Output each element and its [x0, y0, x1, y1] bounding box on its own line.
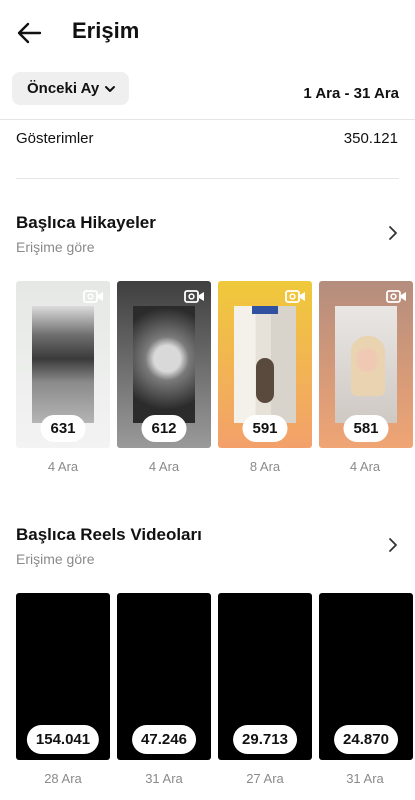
top-reels-header[interactable]: Başlıca Reels Videoları Erişime göre — [16, 525, 399, 567]
reels-list: 154.041 47.246 29.713 24.870 — [16, 593, 413, 760]
filter-row: Önceki Ay 1 Ara - 31 Ara — [0, 72, 415, 108]
back-arrow-icon[interactable] — [14, 18, 44, 48]
reel-card[interactable]: 24.870 — [319, 593, 413, 760]
reel-card[interactable]: 47.246 — [117, 593, 211, 760]
video-camera-icon — [386, 290, 406, 303]
header: Erişim — [0, 0, 415, 64]
video-camera-icon — [83, 290, 103, 303]
video-camera-icon — [184, 290, 204, 303]
chevron-right-icon — [389, 226, 397, 240]
page-title: Erişim — [72, 18, 140, 43]
period-label: Önceki Ay — [27, 80, 100, 97]
video-camera-icon — [285, 290, 305, 303]
section-subtitle: Erişime göre — [16, 239, 95, 255]
section-title: Başlıca Reels Videoları — [16, 525, 202, 544]
reach-count: 631 — [40, 415, 86, 442]
reach-count: 47.246 — [132, 725, 196, 754]
story-card[interactable]: 581 — [319, 281, 413, 448]
chevron-right-icon — [389, 538, 397, 552]
story-date: 4 Ara — [47, 459, 79, 474]
reel-card[interactable]: 29.713 — [218, 593, 312, 760]
reel-date: 28 Ara — [44, 771, 82, 786]
period-dropdown-button[interactable]: Önceki Ay — [12, 72, 129, 105]
story-thumbnail — [32, 306, 94, 423]
reach-count: 24.870 — [334, 725, 398, 754]
reach-count: 612 — [141, 415, 187, 442]
divider — [16, 178, 399, 179]
divider — [0, 119, 415, 120]
impressions-row: Gösterimler 350.121 — [16, 130, 398, 150]
story-thumbnail — [335, 306, 397, 423]
reach-count: 581 — [343, 415, 389, 442]
stories-list: 631 612 591 581 — [16, 281, 413, 448]
story-date: 4 Ara — [349, 459, 381, 474]
date-range: 1 Ara - 31 Ara — [303, 85, 399, 102]
section-title: Başlıca Hikayeler — [16, 213, 156, 232]
reel-date: 31 Ara — [145, 771, 183, 786]
top-stories-header[interactable]: Başlıca Hikayeler Erişime göre — [16, 213, 399, 255]
reach-count: 29.713 — [233, 725, 297, 754]
story-card[interactable]: 612 — [117, 281, 211, 448]
story-thumbnail — [234, 306, 296, 423]
impressions-value: 350.121 — [343, 130, 398, 147]
reel-date: 31 Ara — [346, 771, 384, 786]
story-card[interactable]: 591 — [218, 281, 312, 448]
story-card[interactable]: 631 — [16, 281, 110, 448]
reel-card[interactable]: 154.041 — [16, 593, 110, 760]
reel-date: 27 Ara — [246, 771, 284, 786]
chevron-down-icon — [105, 85, 116, 92]
story-date: 8 Ara — [249, 459, 281, 474]
story-date: 4 Ara — [148, 459, 180, 474]
section-subtitle: Erişime göre — [16, 551, 95, 567]
story-thumbnail — [133, 306, 195, 423]
reach-count: 154.041 — [26, 725, 100, 754]
impressions-label: Gösterimler — [16, 130, 94, 147]
reach-count: 591 — [242, 415, 288, 442]
